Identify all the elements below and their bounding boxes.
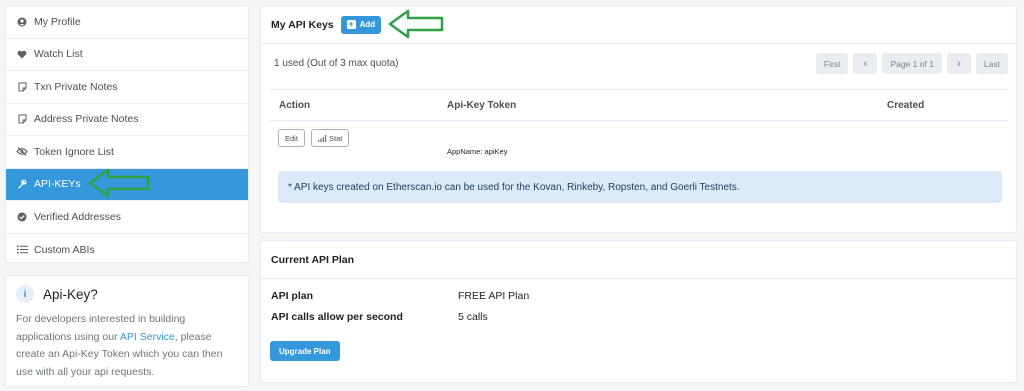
stat-button[interactable]: Stat bbox=[311, 129, 350, 147]
note-icon bbox=[15, 114, 29, 124]
sidebar-item-token-ignore-list[interactable]: Token Ignore List bbox=[6, 136, 248, 169]
pagination: First ‹ Page 1 of 1 › Last bbox=[815, 53, 1008, 74]
testnet-note: * API keys created on Etherscan.io can b… bbox=[278, 171, 1002, 203]
info-text: For developers interested in building ap… bbox=[16, 313, 223, 378]
sidebar-item-label: Txn Private Notes bbox=[34, 80, 118, 93]
note-icon bbox=[15, 82, 29, 92]
next-page-button[interactable]: › bbox=[946, 53, 971, 74]
sidebar-item-label: Token Ignore List bbox=[34, 145, 114, 158]
api-service-link[interactable]: API Service bbox=[120, 331, 175, 343]
key-icon bbox=[15, 179, 29, 189]
heart-icon bbox=[15, 50, 29, 59]
first-page-button[interactable]: First bbox=[815, 53, 849, 74]
account-sidebar: My Profile Watch List Txn Private Notes … bbox=[5, 5, 249, 263]
sidebar-item-label: Custom ABIs bbox=[34, 243, 95, 256]
eye-slash-icon bbox=[15, 147, 29, 157]
column-header-token: Api-Key Token bbox=[447, 100, 517, 111]
plan-key: API plan bbox=[271, 290, 314, 302]
app-name: AppName: apiKey bbox=[447, 147, 508, 156]
info-icon: i bbox=[16, 285, 34, 303]
quota-text: 1 used (Out of 3 max quota) bbox=[274, 58, 399, 69]
column-header-created: Created bbox=[887, 100, 925, 111]
info-title: Api-Key? bbox=[43, 286, 98, 302]
upgrade-plan-button[interactable]: Upgrade Plan bbox=[270, 341, 340, 361]
sidebar-item-verified-addresses[interactable]: Verified Addresses bbox=[6, 201, 248, 234]
sidebar-item-watch-list[interactable]: Watch List bbox=[6, 39, 248, 71]
add-api-key-button[interactable]: + Add bbox=[340, 15, 382, 34]
prev-page-button[interactable]: ‹ bbox=[853, 53, 878, 74]
sidebar-item-address-private-notes[interactable]: Address Private Notes bbox=[6, 104, 248, 136]
plan-value: 5 calls bbox=[458, 311, 488, 323]
api-plan-title: Current API Plan bbox=[271, 253, 355, 266]
user-circle-icon bbox=[15, 17, 29, 27]
api-key-info-box: i Api-Key? For developers interested in … bbox=[5, 275, 249, 387]
sidebar-item-label: API-KEYs bbox=[34, 178, 81, 191]
sidebar-item-my-profile[interactable]: My Profile bbox=[6, 6, 248, 39]
sidebar-item-label: Verified Addresses bbox=[34, 210, 121, 223]
plan-row: API calls allow per second 5 calls bbox=[271, 311, 488, 323]
api-keys-table: Action Api-Key Token Created Edit Stat A… bbox=[270, 89, 1009, 165]
last-page-button[interactable]: Last bbox=[975, 53, 1008, 74]
table-header: Action Api-Key Token Created bbox=[270, 89, 1009, 121]
page-indicator: Page 1 of 1 bbox=[882, 53, 942, 74]
sidebar-item-custom-abis[interactable]: Custom ABIs bbox=[6, 234, 248, 263]
api-keys-card: My API Keys + Add 1 used (Out of 3 max q… bbox=[260, 5, 1017, 233]
column-header-action: Action bbox=[279, 100, 311, 111]
api-keys-title: My API Keys bbox=[271, 18, 334, 31]
plan-row: API plan FREE API Plan bbox=[271, 290, 529, 302]
plan-value: FREE API Plan bbox=[458, 290, 530, 302]
edit-button[interactable]: Edit bbox=[278, 129, 305, 147]
list-icon bbox=[15, 245, 29, 254]
sidebar-item-label: Watch List bbox=[34, 48, 83, 61]
table-row: Edit Stat AppName: apiKey bbox=[270, 121, 1009, 165]
bar-chart-icon bbox=[318, 134, 327, 142]
sidebar-item-label: My Profile bbox=[34, 15, 81, 28]
sidebar-item-txn-private-notes[interactable]: Txn Private Notes bbox=[6, 71, 248, 104]
annotation-arrow-icon bbox=[88, 168, 150, 198]
check-badge-icon bbox=[15, 212, 29, 222]
plus-icon: + bbox=[346, 19, 356, 29]
annotation-arrow-icon bbox=[388, 9, 444, 39]
api-plan-card: Current API Plan API plan FREE API Plan A… bbox=[260, 240, 1017, 383]
plan-key: API calls allow per second bbox=[271, 311, 403, 323]
sidebar-item-label: Address Private Notes bbox=[34, 113, 139, 126]
